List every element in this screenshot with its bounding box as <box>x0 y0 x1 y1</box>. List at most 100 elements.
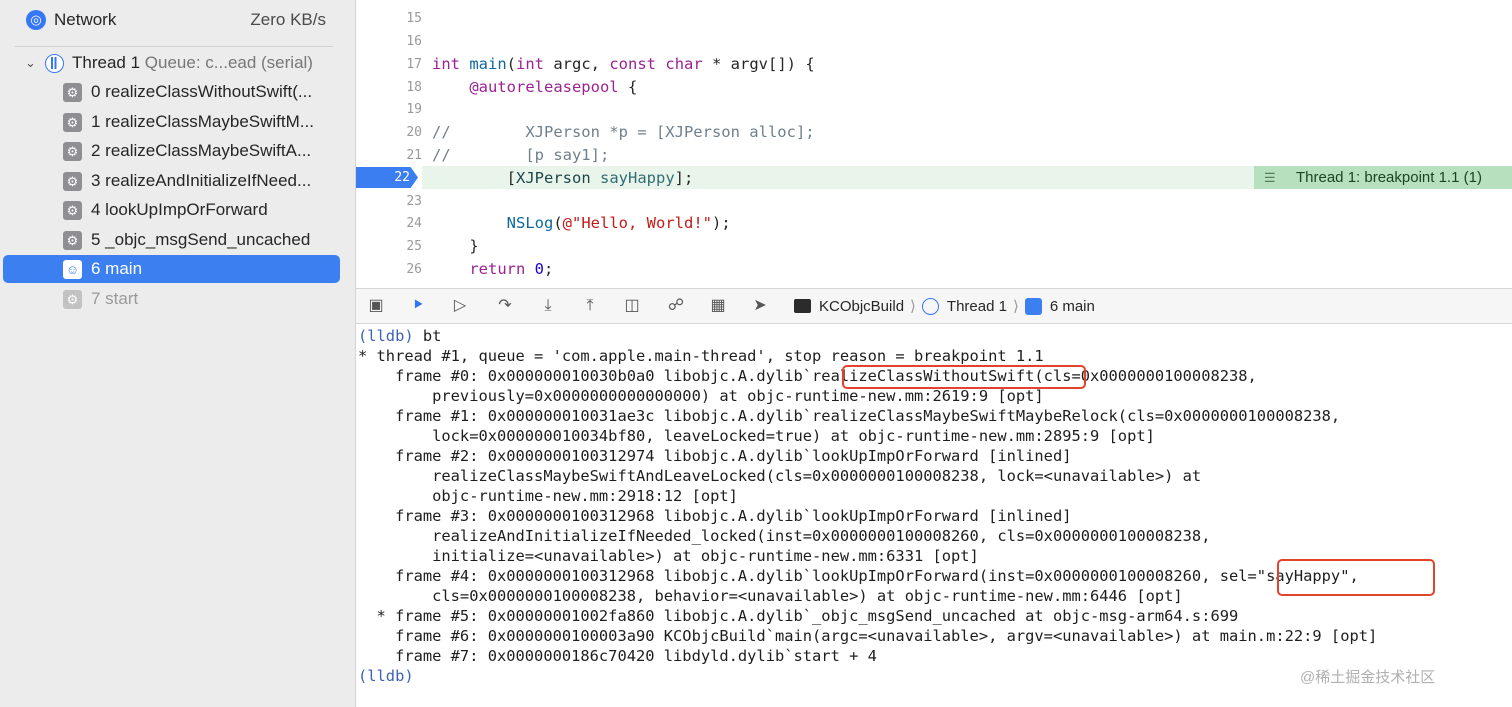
breadcrumb-frame[interactable]: 6 main <box>1050 298 1095 315</box>
user-code-icon: ☺ <box>63 259 82 279</box>
chevron-right-icon: ⟩ <box>910 298 916 315</box>
breadcrumb-process[interactable]: KCObjcBuild <box>819 298 904 315</box>
line-number: 18 <box>406 80 422 95</box>
line-number: 16 <box>406 34 422 49</box>
line-number: 21 <box>406 148 422 163</box>
breakpoint-indicator[interactable]: 22 <box>356 167 418 188</box>
thread-label: Thread 1 <box>72 53 141 72</box>
chevron-right-icon: ⟩ <box>1012 298 1019 315</box>
code-line: [XJPerson sayHappy]; <box>432 169 694 187</box>
console-line: lock=0x000000010034bf80, leaveLocked=tru… <box>358 427 1155 445</box>
code-line: // [p say1]; <box>432 146 610 164</box>
gear-icon: ⚙ <box>63 289 82 309</box>
stack-frame-label: 1 realizeClassMaybeSwiftM... <box>91 112 314 131</box>
console-line: frame #6: 0x0000000100003a90 KCObjcBuild… <box>358 627 1378 645</box>
user-code-icon <box>1024 297 1042 315</box>
stack-frame-row[interactable]: ⚙ 4 lookUpImpOrForward <box>0 196 340 224</box>
breakpoints-toggle-icon[interactable]: ⯈ <box>408 296 428 316</box>
list-icon: ☰ <box>1264 170 1276 185</box>
gear-icon: ⚙ <box>63 82 82 102</box>
environment-overrides-icon[interactable]: ▦ <box>708 296 728 316</box>
console-command-line: (lldb) bt <box>358 327 441 345</box>
highlight-box-realize-class <box>842 365 1086 389</box>
code-line: int main(int argc, const char * argv[]) … <box>432 55 815 73</box>
breadcrumb: KCObjcBuild ⟩ Thread 1 ⟩ 6 main <box>794 289 1095 323</box>
code-line: } <box>432 237 479 255</box>
code-line: NSLog(@"Hello, World!"); <box>506 214 731 232</box>
thread-queue: Queue: c...ead (serial) <box>144 53 313 72</box>
stack-frame-label: 0 realizeClassWithoutSwift(... <box>91 82 313 101</box>
line-number: 25 <box>406 239 422 254</box>
line-number-gutter[interactable]: 15 16 17 18 19 20 21 23 24 25 26 <box>356 0 422 288</box>
thread-label-group: Thread 1 Queue: c...ead (serial) <box>72 53 313 73</box>
gear-icon: ⚙ <box>63 200 82 220</box>
console-line: frame #3: 0x0000000100312968 libobjc.A.d… <box>358 507 1072 525</box>
console-line: * thread #1, queue = 'com.apple.main-thr… <box>358 347 1044 365</box>
code-line: // XJPerson *p = [XJPerson alloc]; <box>432 123 815 141</box>
breakpoint-annotation[interactable]: ☰ Thread 1: breakpoint 1.1 (1) <box>1254 166 1512 189</box>
debug-bar: ▣ ⯈ ▷ ↷ ⤓ ⤒ ◫ ☍ ▦ ➤ KCObjcBuild ⟩ Thread… <box>356 288 1512 324</box>
console-line: frame #1: 0x000000010031ae3c libobjc.A.d… <box>358 407 1341 425</box>
stack-frame-row[interactable]: ⚙ 7 start <box>0 285 340 313</box>
network-label: Network <box>54 10 117 29</box>
watermark: @稀土掘金技术社区 <box>1300 669 1436 686</box>
line-number: 15 <box>406 11 422 26</box>
thread-icon <box>45 53 64 73</box>
debug-view-hierarchy-icon[interactable]: ◫ <box>622 296 642 316</box>
stack-frame-label: 4 lookUpImpOrForward <box>91 200 268 219</box>
memory-graph-icon[interactable]: ☍ <box>666 296 686 316</box>
hide-debug-area-icon[interactable]: ▣ <box>366 296 386 316</box>
step-into-icon[interactable]: ⤓ <box>538 296 558 316</box>
debug-navigator: ◎ Network Zero KB/s ⌄ Thread 1 Queue: c.… <box>0 0 356 707</box>
stack-frame-row[interactable]: ⚙ 2 realizeClassMaybeSwiftA... <box>0 137 340 165</box>
stack-frame-row-selected[interactable]: ☺ 6 main <box>3 255 340 283</box>
source-editor[interactable]: 15 16 17 18 19 20 21 23 24 25 26 22 int … <box>356 0 1512 288</box>
thread-icon <box>921 297 939 315</box>
continue-icon[interactable]: ▷ <box>450 296 470 316</box>
terminal-icon <box>794 299 811 313</box>
lldb-prompt[interactable]: (lldb) <box>358 667 414 685</box>
divider <box>15 46 333 47</box>
globe-icon: ◎ <box>26 10 46 30</box>
line-number: 23 <box>406 194 422 209</box>
console-line: previously=0x0000000000000000) at objc-r… <box>358 387 1044 405</box>
lldb-console[interactable]: (lldb) bt * thread #1, queue = 'com.appl… <box>356 324 1512 707</box>
stack-frame-row[interactable]: ⚙ 1 realizeClassMaybeSwiftM... <box>0 108 340 136</box>
stack-frame-label: 6 main <box>91 259 143 278</box>
gear-icon: ⚙ <box>63 171 82 191</box>
console-line: frame #2: 0x0000000100312974 libobjc.A.d… <box>358 447 1072 465</box>
stack-frame-label: 2 realizeClassMaybeSwiftA... <box>91 141 312 160</box>
step-out-icon[interactable]: ⤒ <box>580 296 600 316</box>
console-line: * frame #5: 0x00000001002fa860 libobjc.A… <box>358 607 1239 625</box>
line-number: 20 <box>406 125 422 140</box>
breadcrumb-thread[interactable]: Thread 1 <box>947 298 1007 315</box>
console-line: realizeAndInitializeIfNeeded_locked(inst… <box>358 527 1211 545</box>
stack-frame-row[interactable]: ⚙ 3 realizeAndInitializeIfNeed... <box>0 167 340 195</box>
stack-frame-row[interactable]: ⚙ 5 _objc_msgSend_uncached <box>0 226 340 254</box>
stack-frame-label: 7 start <box>91 289 139 308</box>
code-line: return 0; <box>469 260 554 278</box>
console-line: frame #4: 0x0000000100312968 libobjc.A.d… <box>358 567 1359 585</box>
network-gauge-row[interactable]: ◎ Network Zero KB/s <box>0 6 340 34</box>
network-rate: Zero KB/s <box>250 10 326 29</box>
gear-icon: ⚙ <box>63 141 82 161</box>
highlight-box-sel <box>1277 559 1435 596</box>
console-line: frame #0: 0x000000010030b0a0 libobjc.A.d… <box>358 367 1257 385</box>
stack-frame-row[interactable]: ⚙ 0 realizeClassWithoutSwift(... <box>0 78 340 106</box>
console-line: frame #7: 0x0000000186c70420 libdyld.dyl… <box>358 647 877 665</box>
lldb-prompt: (lldb) <box>358 327 414 345</box>
gear-icon: ⚙ <box>63 112 82 132</box>
line-number: 26 <box>406 262 422 277</box>
line-number: 19 <box>406 102 422 117</box>
gear-icon: ⚙ <box>63 230 82 250</box>
step-over-icon[interactable]: ↷ <box>495 296 515 316</box>
chevron-down-icon[interactable]: ⌄ <box>25 55 36 71</box>
console-line: initialize=<unavailable>) at objc-runtim… <box>358 547 979 565</box>
stack-frame-label: 3 realizeAndInitializeIfNeed... <box>91 171 312 190</box>
breakpoint-annotation-label: Thread 1: breakpoint 1.1 (1) <box>1296 169 1482 186</box>
console-line: cls=0x0000000100008238, behavior=<unavai… <box>358 587 1183 605</box>
line-number: 17 <box>406 57 422 72</box>
simulate-location-icon[interactable]: ➤ <box>750 296 770 316</box>
code-line: @autoreleasepool { <box>469 78 638 96</box>
console-line: realizeClassMaybeSwiftAndLeaveLocked(cls… <box>358 467 1202 485</box>
